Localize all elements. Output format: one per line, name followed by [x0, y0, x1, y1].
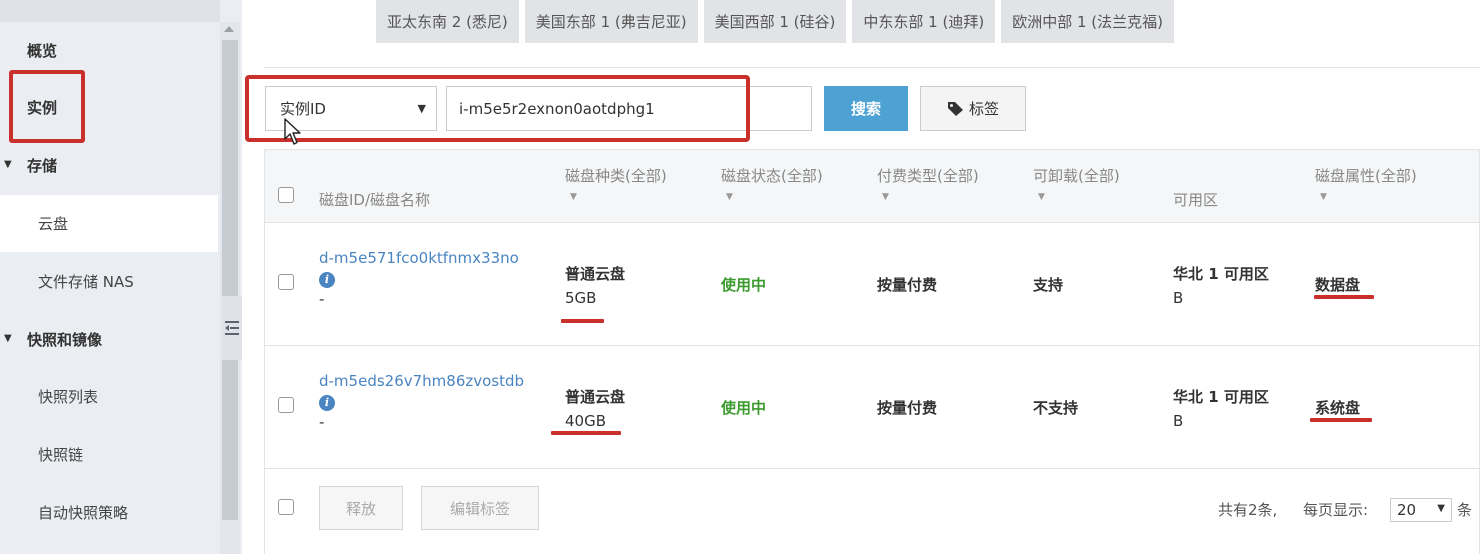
- sidebar-item-label: 快照列表: [38, 388, 99, 406]
- status-badge: 使用中: [721, 399, 767, 417]
- sidebar-item-label: 自动快照策略: [38, 504, 129, 522]
- region-tab[interactable]: 美国西部 1 (硅谷): [703, 0, 847, 43]
- row-checkbox[interactable]: [278, 397, 294, 413]
- column-header-detachable[interactable]: 可卸载(全部) ▼: [1033, 165, 1120, 202]
- table-footer: 释放 编辑标签 共有2条, 每页显示: 20 ▼ 条: [265, 469, 1479, 555]
- caret-down-icon: ▼: [4, 333, 12, 344]
- zone-value: 华北 1 可用区: [1173, 388, 1269, 406]
- sidebar-item-snapshot-list[interactable]: 快照列表: [0, 368, 218, 425]
- disk-id-link[interactable]: d-m5eds26v7hm86zvostdb: [319, 372, 524, 390]
- zone-value-suffix: B: [1173, 289, 1184, 307]
- sidebar-item-snapshot-chain[interactable]: 快照链: [0, 426, 218, 483]
- caret-down-icon: ▼: [882, 192, 889, 202]
- disk-type: 普通云盘: [565, 265, 626, 283]
- disk-type: 普通云盘: [565, 388, 626, 406]
- disk-name: -: [319, 412, 325, 431]
- sidebar: 概览 实例 ▼ 存储 云盘 文件存储 NAS ▼ 快照和镜像 快照列表 快照链 …: [0, 0, 242, 554]
- tag-icon: [947, 101, 963, 116]
- annotation-highlight-box: [9, 70, 85, 143]
- sidebar-item-cloud-disks[interactable]: 云盘: [0, 195, 218, 252]
- sidebar-item-auto-snapshot-policy[interactable]: 自动快照策略: [0, 484, 218, 541]
- mouse-cursor-icon: [284, 118, 301, 145]
- caret-down-icon: ▼: [1437, 503, 1445, 514]
- table-header: 磁盘ID/磁盘名称 磁盘种类(全部) ▼ 磁盘状态(全部) ▼ 付费类型(全部)…: [265, 150, 1479, 223]
- per-page-label: 每页显示:: [1303, 501, 1369, 519]
- annotation-underline: [551, 431, 621, 435]
- annotation-highlight-box: [245, 75, 750, 142]
- per-page-select[interactable]: 20 ▼: [1390, 498, 1452, 522]
- caret-down-icon: ▼: [1038, 192, 1045, 202]
- caret-down-icon: ▼: [726, 192, 733, 202]
- edit-tags-button[interactable]: 编辑标签: [421, 486, 539, 530]
- caret-down-icon: ▼: [1320, 192, 1327, 202]
- annotation-underline: [561, 319, 604, 323]
- info-icon[interactable]: i: [319, 271, 335, 288]
- scroll-up-arrow-icon[interactable]: [224, 26, 234, 32]
- table-row: d-m5e571fco0ktfnmx33no i - 普通云盘 5GB 使用中 …: [265, 223, 1479, 346]
- disk-id-link[interactable]: d-m5e571fco0ktfnmx33no: [319, 249, 519, 267]
- select-all-checkbox[interactable]: [278, 187, 294, 203]
- sidebar-item-label: 存储: [27, 157, 58, 175]
- disk-size: 40GB: [565, 412, 607, 430]
- zone-value-suffix: B: [1173, 412, 1184, 430]
- tag-button-label: 标签: [968, 100, 999, 118]
- detachable-value: 不支持: [1033, 399, 1079, 417]
- sidebar-item-nas[interactable]: 文件存储 NAS: [0, 253, 218, 310]
- region-tab[interactable]: 美国东部 1 (弗吉尼亚): [524, 0, 698, 43]
- table-row: d-m5eds26v7hm86zvostdb i - 普通云盘 40GB 使用中…: [265, 346, 1479, 469]
- column-header-label: 可卸载(全部): [1033, 167, 1120, 185]
- sidebar-section-snapshots-images[interactable]: ▼ 快照和镜像: [0, 311, 218, 368]
- sidebar-section-storage[interactable]: ▼ 存储: [0, 137, 218, 194]
- sidebar-scrollbar[interactable]: [220, 22, 240, 554]
- billing-type: 按量付费: [877, 399, 938, 417]
- tag-filter-button[interactable]: 标签: [920, 86, 1026, 131]
- billing-type: 按量付费: [877, 276, 938, 294]
- sidebar-top-strip: [0, 0, 220, 22]
- disk-attribute: 系统盘: [1315, 399, 1361, 417]
- sidebar-item-label: 快照和镜像: [27, 331, 103, 349]
- total-count: 共有2条,: [1218, 501, 1278, 519]
- sidebar-item-label: 云盘: [38, 215, 69, 233]
- annotation-underline: [1310, 418, 1372, 422]
- column-header-zone: 可用区: [1173, 191, 1219, 209]
- column-header-label: 付费类型(全部): [877, 167, 979, 185]
- collapse-sidebar-icon[interactable]: [222, 296, 242, 360]
- status-badge: 使用中: [721, 276, 767, 294]
- disk-attribute: 数据盘: [1315, 276, 1361, 294]
- caret-down-icon: ▼: [570, 192, 577, 202]
- scrollbar-thumb[interactable]: [222, 40, 238, 520]
- sidebar-item-label: 快照链: [38, 446, 84, 464]
- per-page-suffix: 条: [1457, 501, 1473, 519]
- region-tab[interactable]: 欧洲中部 1 (法兰克福): [1001, 0, 1174, 43]
- info-icon[interactable]: i: [319, 394, 335, 411]
- column-header-disk-attribute[interactable]: 磁盘属性(全部) ▼: [1315, 165, 1417, 202]
- column-header-disk-type[interactable]: 磁盘种类(全部) ▼: [565, 165, 667, 202]
- sidebar-item-label: 文件存储 NAS: [38, 273, 134, 291]
- divider: [264, 67, 1480, 68]
- search-button[interactable]: 搜索: [824, 86, 908, 131]
- disk-name: -: [319, 289, 325, 308]
- release-button[interactable]: 释放: [319, 486, 403, 530]
- caret-down-icon: ▼: [4, 159, 12, 170]
- per-page-value: 20: [1397, 501, 1417, 519]
- detachable-value: 支持: [1033, 276, 1064, 294]
- region-tab[interactable]: 中东东部 1 (迪拜): [852, 0, 996, 43]
- column-header-billing[interactable]: 付费类型(全部) ▼: [877, 165, 979, 202]
- region-tabs: 亚太东南 2 (悉尼) 美国东部 1 (弗吉尼亚) 美国西部 1 (硅谷) 中东…: [376, 0, 1174, 43]
- column-header-label: 磁盘种类(全部): [565, 167, 667, 185]
- zone-value: 华北 1 可用区: [1173, 265, 1269, 283]
- region-tab[interactable]: 亚太东南 2 (悉尼): [376, 0, 519, 43]
- footer-select-all-checkbox[interactable]: [278, 499, 294, 515]
- column-header-disk-status[interactable]: 磁盘状态(全部) ▼: [721, 165, 823, 202]
- annotation-underline: [1314, 295, 1374, 299]
- column-header-label: 磁盘状态(全部): [721, 167, 823, 185]
- column-header-disk-id: 磁盘ID/磁盘名称: [319, 191, 431, 209]
- row-checkbox[interactable]: [278, 274, 294, 290]
- disk-size: 5GB: [565, 289, 597, 307]
- disk-table: 磁盘ID/磁盘名称 磁盘种类(全部) ▼ 磁盘状态(全部) ▼ 付费类型(全部)…: [264, 149, 1480, 555]
- column-header-label: 磁盘属性(全部): [1315, 167, 1417, 185]
- sidebar-item-label: 概览: [27, 42, 58, 60]
